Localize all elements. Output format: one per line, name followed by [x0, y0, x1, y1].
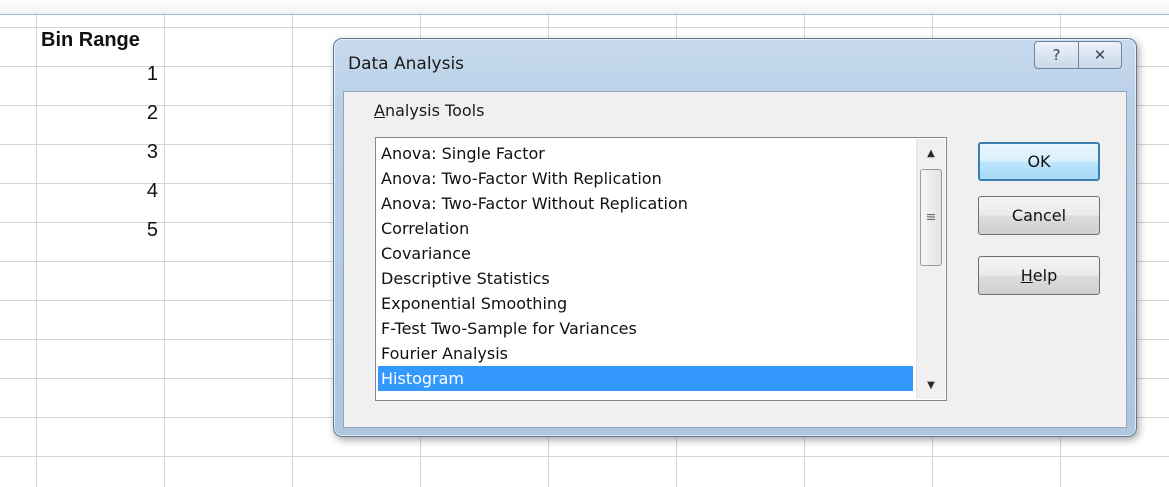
cancel-button[interactable]: Cancel	[978, 196, 1100, 235]
scrollbar-thumb[interactable]: ≡	[920, 169, 942, 266]
list-item-descriptive-statistics[interactable]: Descriptive Statistics	[378, 266, 913, 291]
listbox-scrollbar[interactable]: ▲ ≡ ▼	[916, 139, 945, 399]
bin-cell-2[interactable]: 2	[37, 94, 163, 133]
analysis-tools-label-mnemonic: A	[374, 101, 385, 120]
help-button-mnemonic: H	[1020, 266, 1033, 285]
analysis-tools-label: Analysis Tools	[374, 101, 484, 120]
question-icon: ?	[1052, 46, 1061, 64]
title-bar-buttons: ? ✕	[1034, 41, 1122, 69]
bin-cell-4[interactable]: 4	[37, 172, 163, 211]
bin-cell-3[interactable]: 3	[37, 133, 163, 172]
help-question-button[interactable]: ?	[1034, 41, 1078, 69]
bin-cell-1[interactable]: 1	[37, 55, 163, 94]
help-button-text: elp	[1032, 266, 1058, 285]
column-a: Bin Range 1 2 3 4 5	[37, 27, 163, 250]
analysis-tools-list: Anova: Single Factor Anova: Two-Factor W…	[378, 141, 913, 391]
list-item-anova-two-factor-without-replication[interactable]: Anova: Two-Factor Without Replication	[378, 191, 913, 216]
list-item-exponential-smoothing[interactable]: Exponential Smoothing	[378, 291, 913, 316]
list-item-correlation[interactable]: Correlation	[378, 216, 913, 241]
ok-button[interactable]: OK	[978, 142, 1100, 181]
dialog-client-area: Analysis Tools Anova: Single Factor Anov…	[343, 91, 1127, 428]
list-item-anova-two-factor-with-replication[interactable]: Anova: Two-Factor With Replication	[378, 166, 913, 191]
analysis-tools-label-text: nalysis Tools	[384, 101, 485, 120]
grip-icon: ≡	[925, 210, 937, 225]
analysis-tools-listbox[interactable]: Anova: Single Factor Anova: Two-Factor W…	[375, 137, 947, 401]
close-button[interactable]: ✕	[1078, 41, 1122, 69]
list-item-f-test-two-sample[interactable]: F-Test Two-Sample for Variances	[378, 316, 913, 341]
dialog-title: Data Analysis	[348, 54, 465, 74]
scroll-up-arrow-icon[interactable]: ▲	[917, 139, 945, 167]
bin-cell-5[interactable]: 5	[37, 211, 163, 250]
scroll-down-arrow-icon[interactable]: ▼	[917, 371, 945, 399]
column-header-strip	[0, 0, 1169, 15]
close-icon: ✕	[1093, 46, 1107, 64]
bin-range-header[interactable]: Bin Range	[37, 25, 163, 55]
list-item-anova-single-factor[interactable]: Anova: Single Factor	[378, 141, 913, 166]
list-item-histogram-selected[interactable]: Histogram	[378, 366, 913, 391]
list-item-fourier-analysis[interactable]: Fourier Analysis	[378, 341, 913, 366]
help-button[interactable]: Help	[978, 256, 1100, 295]
list-item-covariance[interactable]: Covariance	[378, 241, 913, 266]
data-analysis-dialog: Data Analysis ? ✕ Analysis Tools Anova: …	[333, 38, 1137, 437]
